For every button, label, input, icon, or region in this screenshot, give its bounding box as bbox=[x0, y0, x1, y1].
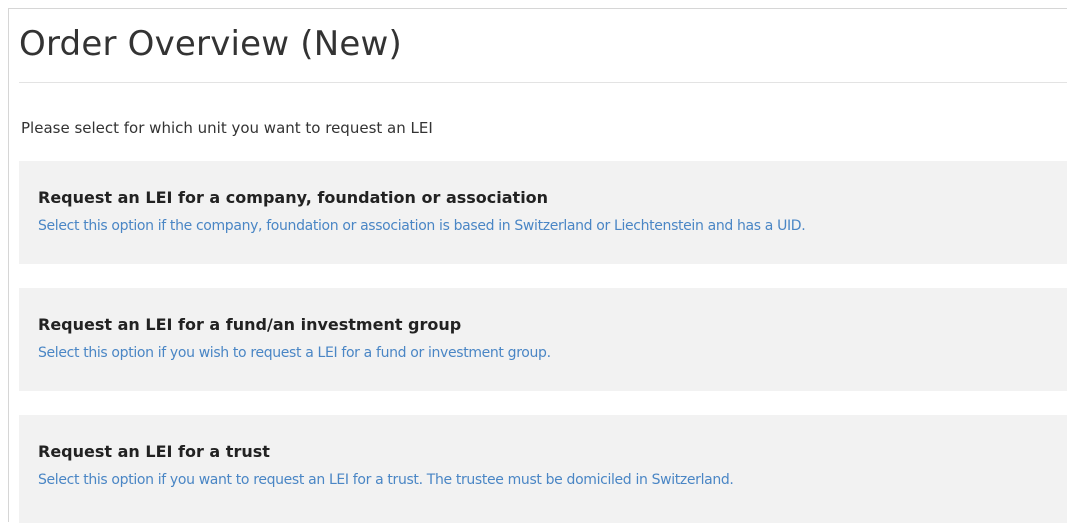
option-fund-investment-group[interactable]: Request an LEI for a fund/an investment … bbox=[19, 288, 1067, 391]
option-title: Request an LEI for a company, foundation… bbox=[38, 188, 549, 207]
order-overview-panel: Order Overview (New) Please select for w… bbox=[8, 8, 1067, 523]
option-description: Select this option if the company, found… bbox=[38, 218, 806, 234]
option-title: Request an LEI for a trust bbox=[38, 442, 270, 461]
option-title: Request an LEI for a fund/an investment … bbox=[38, 315, 462, 334]
option-description: Select this option if you wish to reques… bbox=[38, 345, 551, 361]
page-title: Order Overview (New) bbox=[19, 24, 402, 64]
option-company-foundation-association[interactable]: Request an LEI for a company, foundation… bbox=[19, 161, 1067, 264]
option-description: Select this option if you want to reques… bbox=[38, 472, 734, 488]
option-trust[interactable]: Request an LEI for a trust Select this o… bbox=[19, 415, 1067, 523]
title-divider bbox=[19, 82, 1067, 83]
intro-text: Please select for which unit you want to… bbox=[21, 119, 433, 137]
